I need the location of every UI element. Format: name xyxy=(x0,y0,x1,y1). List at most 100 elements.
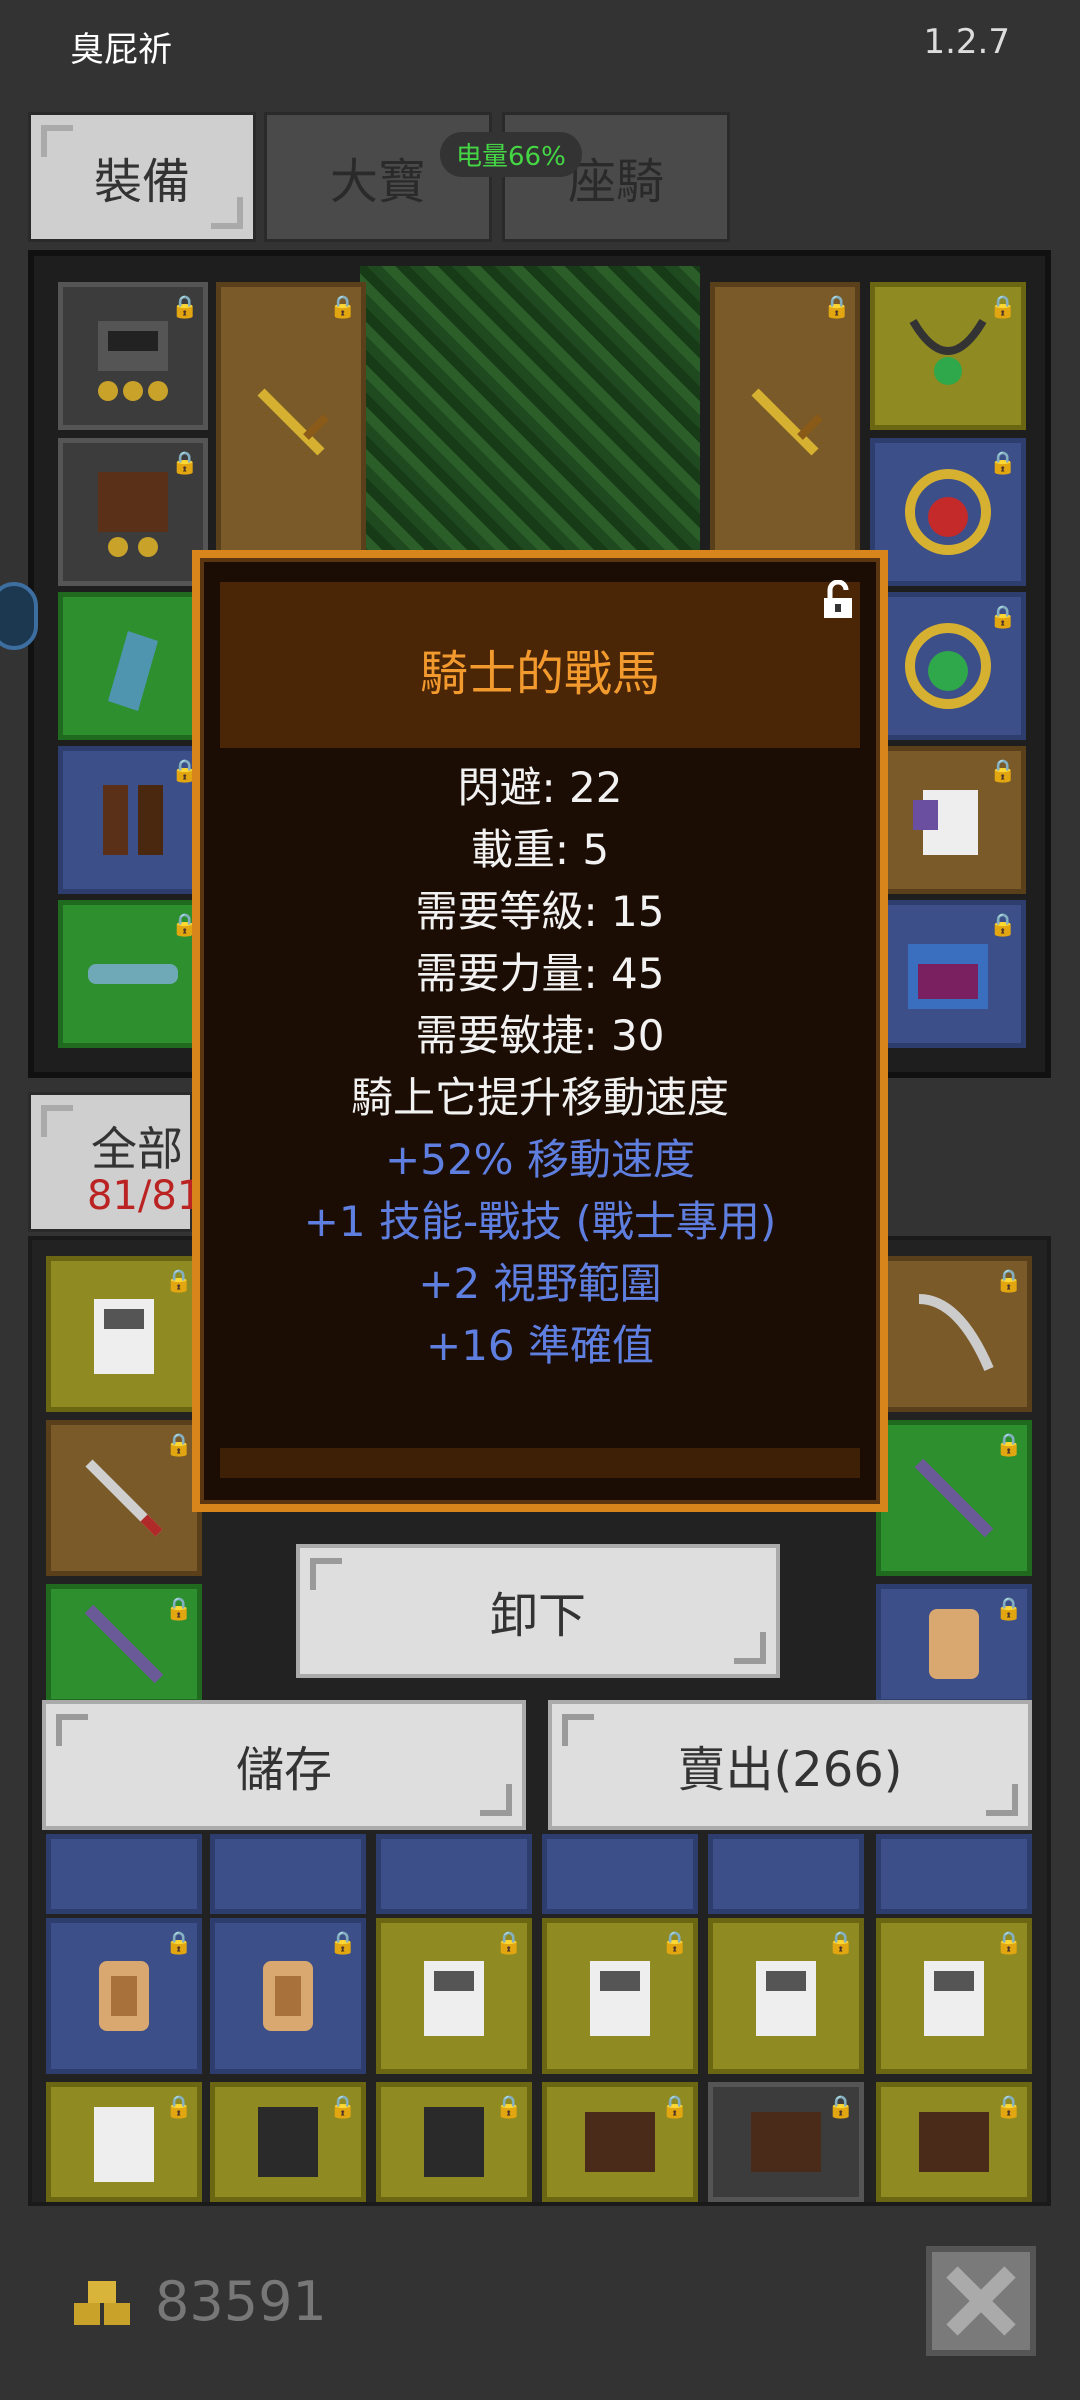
slot-armor[interactable]: 🔒 xyxy=(58,438,208,586)
store-button[interactable]: 儲存 xyxy=(42,1700,526,1830)
tab-treasure-label: 大寶 xyxy=(329,154,426,210)
sell-label: 賣出(266) xyxy=(677,1742,903,1798)
corner-decoration xyxy=(986,1784,1018,1816)
sell-button[interactable]: 賣出(266) xyxy=(548,1700,1032,1830)
slot-weapon-left[interactable]: 🔒 xyxy=(216,282,366,562)
slot-belt[interactable]: 🔒 xyxy=(58,900,208,1048)
stat-dodge: 閃避: 22 xyxy=(457,763,623,812)
inventory-item[interactable]: 🔒 xyxy=(376,2082,532,2202)
inventory-item[interactable]: 🔒 xyxy=(542,2082,698,2202)
inventory-item[interactable]: 🔒 xyxy=(876,2082,1032,2202)
tab-equipment[interactable]: 裝備 xyxy=(28,112,256,242)
scythe-icon xyxy=(918,1294,994,1371)
store-label: 儲存 xyxy=(235,1742,332,1798)
corner-decoration xyxy=(211,197,243,229)
close-button[interactable] xyxy=(926,2246,1036,2356)
dialog-footer xyxy=(220,1448,860,1478)
sword-icon xyxy=(85,1459,163,1537)
inventory-item[interactable] xyxy=(708,1834,864,1914)
character-background xyxy=(360,266,700,556)
unlock-icon[interactable] xyxy=(818,580,858,620)
filter-label: 全部 xyxy=(91,1122,183,1176)
inventory-item[interactable]: 🔒 xyxy=(210,1918,366,2074)
corner-decoration xyxy=(480,1784,512,1816)
helmet-icon xyxy=(751,2112,821,2172)
helmet-icon xyxy=(585,2112,655,2172)
corner-decoration xyxy=(562,1714,594,1746)
close-icon xyxy=(946,2266,1016,2336)
inventory-item[interactable]: 🔒 xyxy=(46,1420,202,1576)
sword-icon xyxy=(84,1604,164,1684)
tab-equipment-label: 裝備 xyxy=(93,154,190,210)
slot-ring-red[interactable]: 🔒 xyxy=(870,438,1026,586)
corner-decoration xyxy=(734,1632,766,1664)
scroll-icon xyxy=(99,1961,149,2031)
bonus-vision: +2 視野範圍 xyxy=(418,1259,662,1308)
tab-mount-label: 座騎 xyxy=(567,154,664,210)
stat-required-level: 需要等級: 15 xyxy=(415,887,665,936)
stat-required-agility: 需要敏捷: 30 xyxy=(415,1011,665,1060)
chest-icon xyxy=(908,944,988,1009)
armor-icon xyxy=(98,472,168,557)
inventory-item[interactable] xyxy=(46,1834,202,1914)
gold-coins-icon xyxy=(74,2281,130,2325)
slot-helmet[interactable]: 🔒 xyxy=(58,282,208,430)
corner-decoration xyxy=(41,1105,73,1137)
inventory-item[interactable]: 🔒 xyxy=(376,1918,532,2074)
corner-decoration xyxy=(310,1558,342,1590)
item-name: 騎士的戰馬 xyxy=(419,646,660,702)
inventory-item[interactable] xyxy=(210,1834,366,1914)
unequip-button[interactable]: 卸下 xyxy=(296,1544,780,1678)
inventory-item[interactable] xyxy=(542,1834,698,1914)
inventory-item[interactable]: 🔒 xyxy=(46,1584,202,1704)
stat-required-strength: 需要力量: 45 xyxy=(415,949,665,998)
inventory-item[interactable]: 🔒 xyxy=(708,1918,864,2074)
filter-tab-all[interactable]: 全部 81/81 xyxy=(28,1092,202,1232)
bonus-accuracy: +16 準確值 xyxy=(426,1321,654,1370)
horse-icon xyxy=(913,790,978,855)
battery-indicator: 电量66% xyxy=(440,132,582,177)
inventory-item[interactable]: 🔒 xyxy=(876,1584,1032,1704)
armor-icon xyxy=(258,2107,318,2177)
inventory-item[interactable]: 🔒 xyxy=(46,1256,202,1412)
side-level-badge[interactable] xyxy=(0,582,38,650)
horse-icon xyxy=(94,1299,154,1374)
horse-icon xyxy=(590,1961,650,2036)
slot-ring-green[interactable]: 🔒 xyxy=(870,592,1026,740)
slot-mount[interactable]: 🔒 xyxy=(870,746,1026,894)
sword-icon xyxy=(751,388,823,456)
app-name: 臭屁祈 xyxy=(70,30,172,70)
ring-icon xyxy=(905,623,991,709)
boots-icon xyxy=(103,785,163,855)
corner-decoration xyxy=(56,1714,88,1746)
slot-cape[interactable] xyxy=(58,592,208,740)
cape-icon xyxy=(108,631,158,711)
horse-icon xyxy=(424,1961,484,2036)
inventory-item[interactable]: 🔒 xyxy=(876,1256,1032,1412)
version-label: 1.2.7 xyxy=(923,22,1010,62)
gold-amount: 83591 xyxy=(155,2270,327,2333)
belt-icon xyxy=(88,964,178,984)
scroll-icon xyxy=(263,1961,313,2031)
horse-icon xyxy=(756,1961,816,2036)
inventory-item[interactable] xyxy=(876,1834,1032,1914)
stat-weight: 載重: 5 xyxy=(470,825,610,874)
inventory-item[interactable]: 🔒 xyxy=(46,1918,202,2074)
horse-icon xyxy=(94,2107,154,2182)
inventory-item[interactable]: 🔒 xyxy=(876,1420,1032,1576)
slot-weapon-right[interactable]: 🔒 xyxy=(710,282,860,562)
slot-boots[interactable]: 🔒 xyxy=(58,746,208,894)
inventory-item[interactable]: 🔒 xyxy=(876,1918,1032,2074)
inventory-item[interactable] xyxy=(376,1834,532,1914)
slot-necklace[interactable]: 🔒 xyxy=(870,282,1026,430)
slot-chest[interactable]: 🔒 xyxy=(870,900,1026,1048)
bonus-move-speed: +52% 移動速度 xyxy=(385,1135,695,1184)
inventory-item[interactable]: 🔒 xyxy=(708,2082,864,2202)
inventory-item[interactable]: 🔒 xyxy=(542,1918,698,2074)
sword-icon xyxy=(257,388,329,456)
lock-icon: 🔒 xyxy=(823,295,851,320)
inventory-item[interactable]: 🔒 xyxy=(210,2082,366,2202)
helmet-icon xyxy=(919,2112,989,2172)
bonus-skill: +1 技能-戰技 (戰士專用) xyxy=(303,1197,777,1246)
inventory-item[interactable]: 🔒 xyxy=(46,2082,202,2202)
